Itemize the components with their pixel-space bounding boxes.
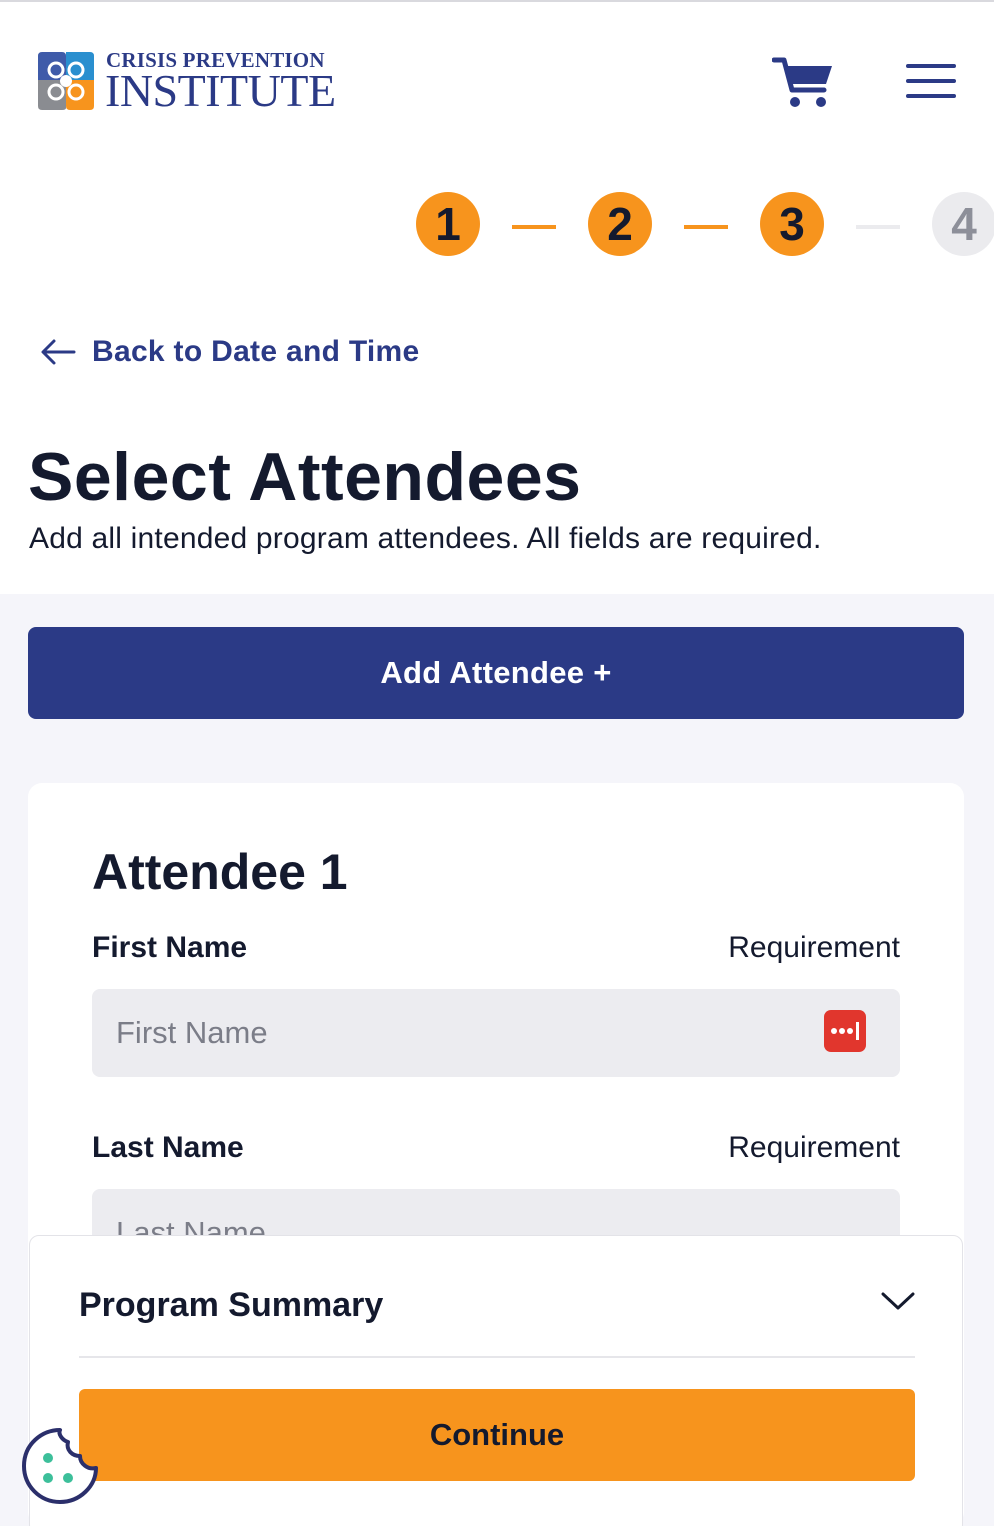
cpi-logo-mark-icon [38, 52, 94, 110]
divider [79, 1356, 915, 1358]
hamburger-line [906, 79, 956, 83]
continue-button[interactable]: Continue [79, 1389, 915, 1481]
step-connector [512, 225, 556, 229]
step-connector [684, 225, 728, 229]
last-name-label: Last Name [92, 1131, 244, 1164]
arrow-left-icon [41, 339, 76, 365]
attendee-card-title: Attendee 1 [92, 844, 348, 900]
step-2: 2 [588, 192, 652, 256]
back-link-label: Back to Date and Time [92, 335, 420, 368]
hamburger-menu-icon [906, 64, 956, 68]
top-border [0, 0, 994, 2]
back-to-date-and-time-link[interactable]: Back to Date and Time [40, 332, 420, 372]
step-4: 4 [932, 192, 994, 256]
first-name-requirement: Requirement [728, 931, 900, 964]
cookie-icon[interactable] [18, 1424, 102, 1508]
menu-button[interactable] [906, 64, 958, 98]
site-logo[interactable]: CRISIS PREVENTION INSTITUTE [34, 48, 344, 116]
page-title: Select Attendees [28, 439, 582, 515]
add-attendee-button[interactable]: Add Attendee + [28, 627, 964, 719]
page-subtitle: Add all intended program attendees. All … [29, 522, 822, 555]
first-name-label: First Name [92, 931, 248, 964]
password-manager-icon[interactable] [824, 1010, 866, 1052]
program-summary-title[interactable]: Program Summary [79, 1286, 383, 1325]
chevron-down-icon[interactable] [880, 1288, 916, 1314]
step-connector [856, 225, 900, 229]
first-name-input[interactable] [92, 989, 900, 1077]
program-summary-panel: Program Summary Continue [29, 1235, 963, 1526]
last-name-requirement: Requirement [728, 1131, 900, 1164]
logo-text-line2: INSTITUTE [105, 65, 336, 116]
hamburger-line [906, 94, 956, 98]
shopping-cart-icon[interactable] [772, 54, 834, 110]
step-3: 3 [760, 192, 824, 256]
step-1: 1 [416, 192, 480, 256]
